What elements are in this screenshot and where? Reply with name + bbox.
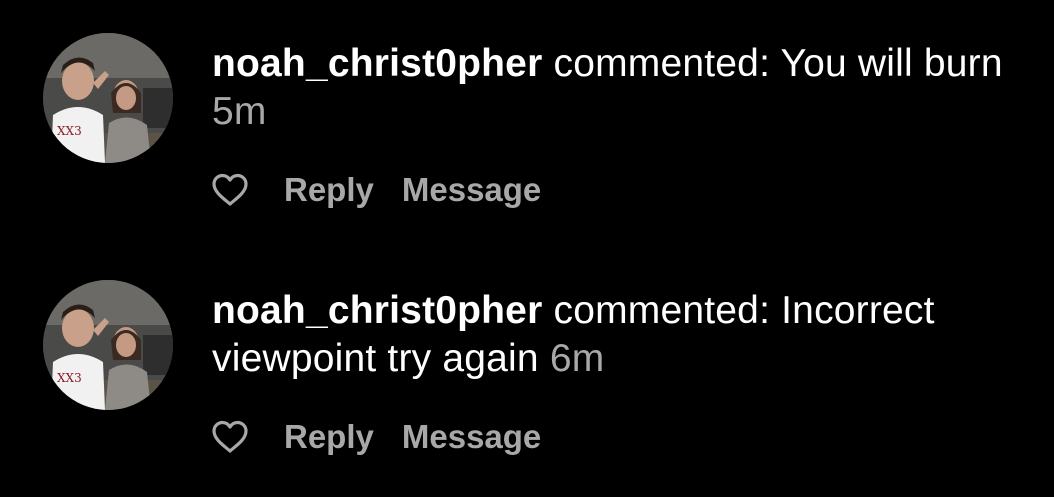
username[interactable]: noah_christ0pher [212,42,542,85]
avatar-photo: XX3 [43,280,173,410]
comment-actions: Reply Message [211,415,541,459]
timestamp: 5m [212,90,267,133]
username[interactable]: noah_christ0pher [212,289,542,332]
comment-actions: Reply Message [211,168,541,212]
svg-text:XX3: XX3 [57,124,82,138]
comment-text: noah_christ0pher commented: Incorrect vi… [212,287,1032,383]
avatar[interactable]: XX3 [43,280,173,410]
message-button[interactable]: Message [402,168,541,212]
comment-text: noah_christ0pher commented: You will bur… [212,40,1032,136]
reply-button[interactable]: Reply [284,415,374,459]
timestamp: 6m [549,337,605,380]
svg-text:XX3: XX3 [57,371,82,385]
message-button[interactable]: Message [402,415,541,459]
avatar[interactable]: XX3 [43,33,173,163]
heart-outline-icon[interactable] [211,173,249,207]
avatar-photo: XX3 [43,33,173,163]
action-text: commented: [542,42,781,85]
action-text: commented: [542,289,782,332]
heart-outline-icon[interactable] [211,420,249,454]
reply-button[interactable]: Reply [284,168,374,212]
comment-body: You will burn [780,42,1003,85]
